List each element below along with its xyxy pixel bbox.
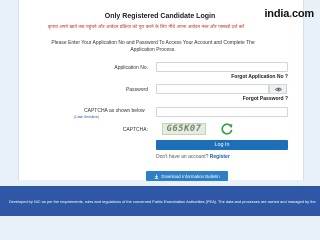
instruction-text: Please Enter Your Application No and Pas…: [51, 40, 255, 53]
password-label: Password: [126, 87, 148, 93]
captcha-input[interactable]: [156, 107, 288, 117]
show-password-button[interactable]: [269, 84, 287, 94]
footer-bar: Developed by NIC as per the requirements…: [0, 186, 320, 216]
refresh-captcha-icon[interactable]: [220, 122, 234, 136]
captcha-label: CAPTCHA:: [122, 127, 148, 133]
footer-text: Developed by NIC as per the requirements…: [9, 198, 316, 204]
page-title: Only Registered Candidate Login: [104, 13, 216, 20]
captcha-image: G65K07: [162, 123, 206, 135]
download-bulletin-button[interactable]: Download Information Bulletin: [146, 171, 228, 181]
forgot-password-link[interactable]: Forgot Password ?: [196, 96, 288, 102]
login-button[interactable]: Log In: [156, 140, 288, 150]
captcha-shown-label: CAPTCHA as shown below: [84, 108, 145, 114]
captcha-help-link[interactable]: (Case Sensitive): [74, 115, 99, 119]
password-input[interactable]: [156, 84, 269, 94]
hindi-instruction: कृपया अपने खाते तक पहुंचने और आवेदन प्रक…: [47, 25, 245, 30]
forgot-application-link[interactable]: Forgot Application No ?: [196, 74, 288, 80]
application-no-label: Application No.: [114, 65, 148, 71]
register-link[interactable]: Register: [210, 154, 230, 160]
register-prompt: Don't have an account? Register: [156, 154, 230, 160]
download-icon: [155, 174, 159, 179]
eye-icon: [274, 87, 282, 91]
application-no-input[interactable]: [156, 62, 288, 72]
